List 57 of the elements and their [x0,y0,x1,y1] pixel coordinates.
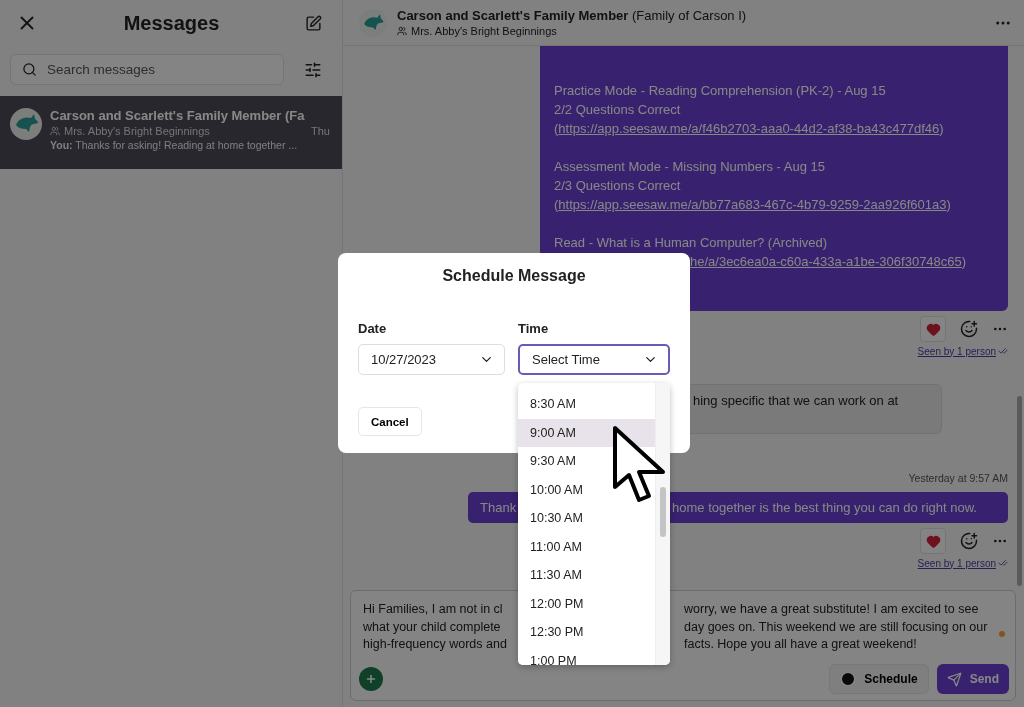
add-reaction-icon[interactable] [960,320,978,338]
seen-by-link[interactable]: Seen by 1 person [917,554,1008,572]
conversation-time: Thu [311,125,330,137]
chat-title: Carson and Scarlett's Family Member (Family of Carson I) [397,8,748,23]
dolphin-avatar [359,8,387,37]
double-check-icon [998,346,1008,356]
message-text: Thank [480,500,518,515]
conversation-name: Carson and Scarlett's Family Member (Fa [50,108,306,123]
compose-icon[interactable] [305,14,322,32]
date-select[interactable]: 10/27/2023 [358,344,505,375]
scrollbar-thumb[interactable] [1017,396,1022,586]
class-name: Mrs. Abby's Bright Beginnings [50,125,210,137]
message-link-line: (https://app.seesaw.me/a/bb77a683-467c-4b79-9259-2aa926f601a3) [554,196,952,214]
message-draft-text: what your child complete [363,618,502,636]
message-draft-text: facts. Hope you all have a great weekend! [684,636,918,653]
dialog-title: Schedule Message [441,267,587,285]
send-icon [946,671,962,687]
heart-icon [925,321,941,337]
seen-by-link[interactable]: Seen by 1 person [917,342,1008,360]
message-link[interactable]: https://app.seesaw.me/a/bb77a683-467c-4b79-9259-2aa926f601a3 [558,197,947,212]
filter-icon[interactable] [304,60,322,79]
schedule-button[interactable]: Schedule [829,664,929,694]
message-link[interactable]: he/a/3ec6ea0a-c60a-433a-a1be-306f30748c65 [690,254,962,269]
time-select[interactable]: Select Time [518,344,670,375]
search-field[interactable]: Search messages [10,54,284,85]
message-text: 2/3 Questions Correct [554,177,682,195]
field-label: Date [358,321,388,336]
dolphin-avatar [10,108,42,140]
send-button[interactable]: Send [936,664,1009,694]
message-draft-text: worry, we have a great substitute! I am excited to see [684,601,980,618]
double-check-icon [998,558,1008,568]
message-text: Assessment Mode - Missing Numbers - Aug 15 [554,158,826,176]
scrollbar-thumb[interactable] [660,487,666,537]
search-icon [22,62,37,77]
conversation-item[interactable]: Carson and Scarlett's Family Member (Fa Mrs. Abby's Bright Beginnings Thu You: Thanks for asking! Reading at home together ... [0,96,342,169]
message-preview: You: Thanks for asking! Reading at home together ... [50,139,299,151]
sidebar-title: Messages [123,11,220,35]
message-draft-text: high-frequency words and [363,636,508,653]
heart-icon [925,533,941,549]
message-link[interactable]: https://app.seesaw.me/a/f46b2703-aaa0-44d2-af38-ba43c477df46 [558,121,940,136]
add-button[interactable] [359,667,383,691]
family-icon [397,26,407,36]
message-text: 2/2 Questions Correct [554,101,682,119]
message-text: home together is the best thing you can do right now. [672,500,978,515]
heart-reaction[interactable] [920,528,946,554]
add-reaction-icon[interactable] [960,532,978,550]
message-draft-text: Hi Families, I am not in cl [363,601,504,618]
message-text: Read - What is a Human Computer? (Archived) [554,234,829,252]
message-text: Practice Mode - Reading Comprehension (PK-2) - Aug 15 [554,82,887,100]
family-icon [50,126,60,136]
message-timestamp: Yesterday at 9:57 AM [908,472,1008,486]
message-link-line: (https://app.seesaw.me/a/f46b2703-aaa0-44d2-af38-ba43c477df46) [554,120,945,138]
field-label: Time [518,321,550,336]
message-draft-text: day goes on. This weekend we are still focusing on our [684,618,989,636]
heart-reaction[interactable] [920,316,946,342]
chat-subtitle: Mrs. Abby's Bright Beginnings [397,25,984,37]
cancel-button[interactable]: Cancel [358,407,422,436]
